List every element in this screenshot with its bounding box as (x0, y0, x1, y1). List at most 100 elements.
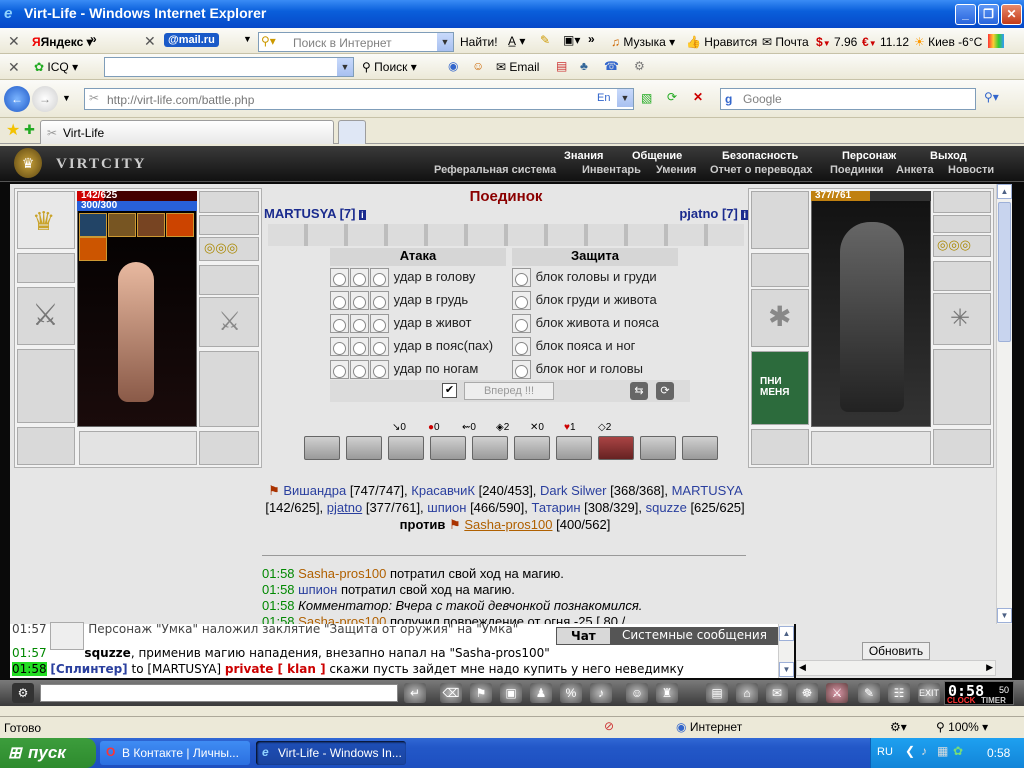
new-tab-button[interactable] (338, 120, 366, 144)
amulet-slot[interactable] (933, 191, 991, 213)
exit-icon[interactable]: EXIT (918, 683, 940, 703)
scroll-icon[interactable] (108, 213, 136, 237)
send-icon[interactable]: ↵ (404, 683, 426, 703)
maximize-button[interactable]: ❐ (978, 4, 999, 25)
info-icon[interactable]: i (359, 210, 366, 220)
chat-scrollbar[interactable]: ▲ ▼ (778, 624, 794, 678)
right-player-name[interactable]: pjatno [7] i (679, 206, 748, 221)
scroll-up-button[interactable]: ▲ (779, 626, 794, 641)
legs-slot[interactable] (933, 349, 991, 425)
attack-radio-1[interactable] (330, 291, 349, 310)
attack-radio-3[interactable] (370, 268, 389, 287)
forward-button[interactable]: Вперед !!! (464, 382, 554, 400)
icq-search-input[interactable]: ▼ (104, 57, 354, 77)
boots-slot[interactable] (933, 429, 991, 465)
settings-icon[interactable]: ⚙ (634, 59, 645, 73)
people-icon[interactable]: ☺ (472, 59, 484, 73)
close-toolbar-icon[interactable]: ✕ (144, 33, 156, 50)
stop-icon[interactable]: ✕ (693, 90, 703, 104)
attack-radio-3[interactable] (370, 360, 389, 379)
usd-rate[interactable]: $▼ 7.96 (816, 35, 857, 49)
earring-slot[interactable] (933, 215, 991, 233)
compatibility-icon[interactable]: ▧ (641, 91, 652, 105)
earring-slot[interactable] (199, 215, 259, 235)
menu-character[interactable]: Персонаж (842, 150, 896, 162)
menu-inventory[interactable]: Инвентарь (582, 164, 641, 176)
sound-icon[interactable]: ♪ (590, 683, 612, 703)
menu-news[interactable]: Новости (948, 164, 994, 176)
book-icon[interactable]: ▤ (556, 59, 567, 73)
legs-slot[interactable] (199, 351, 259, 427)
find-button[interactable]: Найти! (460, 35, 498, 49)
like-button[interactable]: 👍 Нравится (686, 35, 757, 49)
google-search-input[interactable]: g Google (720, 88, 976, 110)
fighter-link[interactable]: MARTUSYA (672, 483, 742, 498)
group-icon[interactable]: ☷ (888, 683, 910, 703)
fighter-link[interactable]: КрасавчиК (411, 483, 475, 498)
menu-profile[interactable]: Анкета (896, 164, 934, 176)
attack-radio-1[interactable] (330, 268, 349, 287)
left-player-name[interactable]: MARTUSYA [7] i (264, 206, 366, 221)
chevron-down-icon[interactable]: ▼ (617, 89, 633, 107)
skill-button-6[interactable] (514, 436, 550, 460)
favorites-star-icon[interactable]: ★ (6, 120, 20, 140)
start-button[interactable]: ⊞ пуск (0, 738, 96, 768)
notes-icon[interactable]: ✎ (858, 683, 880, 703)
tray-arrow-icon[interactable]: ❮ (905, 744, 915, 758)
walk-icon[interactable]: ♟ (530, 683, 552, 703)
menu-referral[interactable]: Реферальная система (434, 164, 556, 176)
attack-radio-3[interactable] (370, 291, 389, 310)
menu-communication[interactable]: Общение (632, 150, 682, 162)
fighter-link[interactable]: шпион (427, 500, 466, 515)
map-icon[interactable]: ⌂ (736, 683, 758, 703)
mail-icon[interactable]: ✉ (766, 683, 788, 703)
weapon-slot[interactable]: ✱ (751, 289, 809, 347)
mail-ru-button[interactable]: @mail.ru (164, 33, 219, 47)
armor-slot[interactable] (17, 349, 75, 423)
history-dropdown-icon[interactable]: ▼ (62, 93, 71, 103)
backpack-icon[interactable]: ▤ (706, 683, 728, 703)
helmet-slot[interactable] (751, 191, 809, 249)
volume-icon[interactable]: ♪ (921, 744, 927, 758)
close-toolbar-icon[interactable]: ✕ (8, 59, 20, 76)
game-icon[interactable]: ♣ (580, 59, 588, 73)
scroll-down-button[interactable]: ▼ (779, 662, 794, 677)
defense-radio[interactable] (512, 268, 531, 287)
battle-scrollbar[interactable]: ▲ ▼ (996, 184, 1012, 624)
close-button[interactable]: ✕ (1001, 4, 1022, 25)
weapon-slot[interactable]: ⚔ (17, 287, 75, 345)
refresh-button[interactable]: Обновить (862, 642, 930, 660)
tab-chat[interactable]: Чат (556, 627, 611, 645)
skill-button-3[interactable] (388, 436, 424, 460)
shield-slot[interactable]: ✳ (933, 293, 991, 345)
wheel-icon[interactable]: ☸ (796, 683, 818, 703)
spell-icon[interactable] (137, 213, 165, 237)
attack-radio-1[interactable] (330, 360, 349, 379)
attack-radio-1[interactable] (330, 314, 349, 333)
percent-icon[interactable]: % (560, 683, 582, 703)
chevron-icon[interactable]: » (588, 32, 595, 46)
potion-icon[interactable] (79, 213, 107, 237)
fighter-link[interactable]: Вишандра (283, 483, 346, 498)
tab-virt-life[interactable]: ✂ Virt-Life (40, 120, 334, 144)
skill-button-1[interactable] (304, 436, 340, 460)
menu-knowledge[interactable]: Знания (564, 150, 603, 162)
attack-radio-3[interactable] (370, 337, 389, 356)
fighter-link[interactable]: pjatno (327, 500, 362, 515)
forward-button[interactable]: → (32, 86, 58, 112)
chevron-down-icon[interactable]: ▼ (337, 58, 353, 76)
menu-exit[interactable]: Выход (930, 150, 967, 162)
close-toolbar-icon[interactable]: ✕ (8, 33, 20, 50)
chevron-down-icon[interactable]: ▼ (243, 34, 252, 44)
search-icon[interactable]: ⚲▾ (984, 90, 999, 104)
bracers-slot[interactable] (751, 253, 809, 287)
armor-slot[interactable]: ПНИ МЕНЯ (751, 351, 809, 425)
gloves-slot[interactable] (199, 265, 259, 295)
filter-icon[interactable]: ⚑ (470, 683, 492, 703)
helmet-icon[interactable]: ♜ (656, 683, 678, 703)
attack-radio-2[interactable] (350, 314, 369, 333)
skill-button-7[interactable] (556, 436, 592, 460)
font-size-icon[interactable]: A̲ ▾ (508, 34, 525, 48)
spell-slots-row[interactable] (268, 224, 744, 246)
globe-icon[interactable]: ◉ (448, 59, 458, 73)
